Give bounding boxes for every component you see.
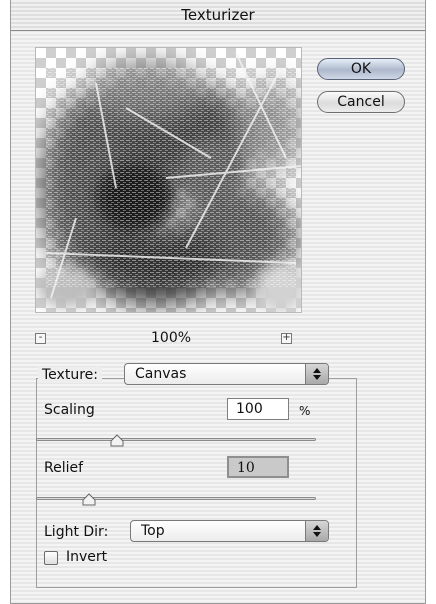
- scaling-label: Scaling: [44, 402, 95, 418]
- relief-label: Relief: [44, 460, 84, 476]
- texture-popup[interactable]: Canvas: [124, 363, 329, 385]
- scaling-unit: %: [299, 404, 311, 418]
- slider-thumb-icon[interactable]: [110, 433, 124, 447]
- relief-field[interactable]: 10: [227, 456, 289, 478]
- relief-slider-track[interactable]: [36, 497, 316, 500]
- scaling-field[interactable]: 100: [227, 398, 289, 420]
- zoom-in-icon[interactable]: +: [281, 333, 292, 344]
- texture-popup-value: Canvas: [135, 366, 187, 382]
- light-dir-popup[interactable]: Top: [130, 520, 329, 542]
- zoom-out-icon[interactable]: -: [35, 333, 46, 344]
- preview-texture-image: [36, 52, 301, 312]
- ok-button[interactable]: OK: [317, 58, 405, 80]
- texture-preview[interactable]: [35, 47, 302, 313]
- texturizer-dialog: Texturizer OK Cancel - 100% + Texture: C…: [10, 0, 426, 604]
- popup-arrows-icon: [305, 364, 328, 384]
- scaling-slider-track[interactable]: [36, 438, 316, 441]
- invert-label: Invert: [66, 549, 108, 565]
- dialog-title: Texturizer: [11, 0, 425, 31]
- texture-label: Texture:: [38, 367, 102, 383]
- light-dir-popup-value: Top: [141, 523, 165, 539]
- zoom-level: 100%: [151, 330, 192, 346]
- slider-thumb-icon[interactable]: [82, 492, 96, 506]
- invert-checkbox[interactable]: [44, 551, 58, 565]
- cancel-button[interactable]: Cancel: [317, 91, 405, 113]
- light-dir-label: Light Dir:: [44, 524, 109, 540]
- popup-arrows-icon: [305, 521, 328, 541]
